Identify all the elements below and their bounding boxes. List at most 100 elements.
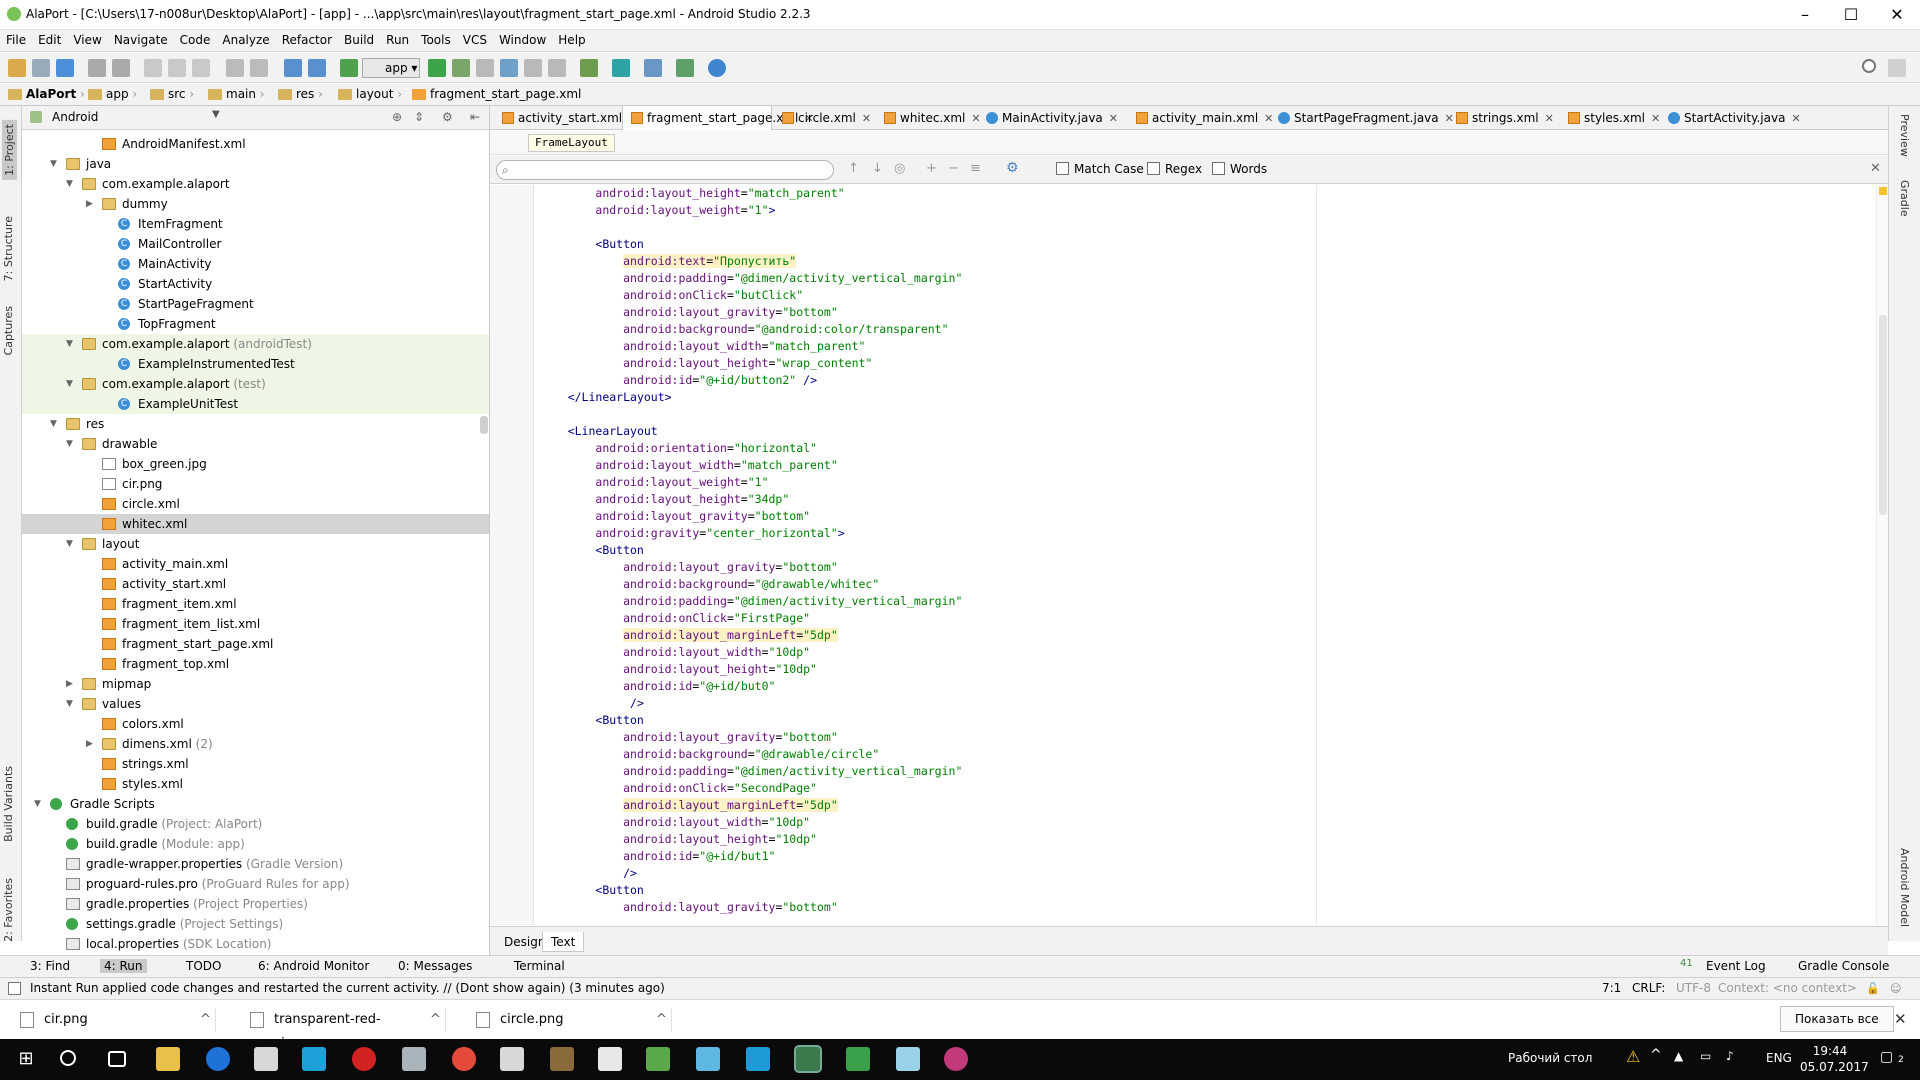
code-line[interactable]: /> bbox=[540, 865, 1880, 882]
code-line[interactable]: android:gravity="center_horizontal"> bbox=[540, 525, 1880, 542]
warning-icon[interactable]: ⚠ bbox=[1626, 1047, 1640, 1066]
code-line[interactable] bbox=[540, 406, 1880, 423]
code-line[interactable]: android:padding="@dimen/activity_vertica… bbox=[540, 763, 1880, 780]
previous-occurrence-icon[interactable]: ↑ bbox=[848, 161, 859, 176]
chevron-right-icon[interactable]: ▶ bbox=[86, 734, 93, 754]
warning-marker-icon[interactable] bbox=[1879, 187, 1887, 195]
editor-gutter[interactable] bbox=[490, 185, 534, 925]
context-indicator[interactable]: Context: <no context> bbox=[1718, 981, 1857, 995]
match-case-checkbox[interactable]: Match Case bbox=[1056, 162, 1144, 176]
chevron-down-icon[interactable]: ▼ bbox=[66, 374, 73, 394]
editor-tab[interactable]: whitec.xml ✕ bbox=[876, 106, 981, 130]
tool-todo[interactable]: TODO bbox=[186, 959, 221, 973]
code-line[interactable]: android:layout_width="match_parent" bbox=[540, 457, 1880, 474]
tree-item[interactable]: C ExampleUnitTest bbox=[22, 394, 489, 414]
code-line[interactable]: android:onClick="FirstPage" bbox=[540, 610, 1880, 627]
gradle-sync-icon[interactable] bbox=[612, 59, 630, 77]
tree-item[interactable]: circle.xml bbox=[22, 494, 489, 514]
chevron-up-icon[interactable]: ^ bbox=[656, 1008, 667, 1032]
tree-item[interactable]: gradle-wrapper.properties (Gradle Versio… bbox=[22, 854, 489, 874]
tool-terminal[interactable]: Terminal bbox=[514, 959, 565, 973]
save-icon[interactable] bbox=[32, 59, 50, 77]
tree-item[interactable]: proguard-rules.pro (ProGuard Rules for a… bbox=[22, 874, 489, 894]
run-icon[interactable] bbox=[428, 59, 446, 77]
inspector-icon[interactable]: ☺ bbox=[1890, 982, 1901, 995]
status-message[interactable]: Instant Run applied code changes and res… bbox=[30, 981, 665, 995]
editor-tab[interactable]: circle.xml ✕ bbox=[774, 106, 874, 130]
code-line[interactable]: android:layout_height="10dp" bbox=[540, 831, 1880, 848]
paste-icon[interactable] bbox=[192, 59, 210, 77]
tool-find[interactable]: 3: Find bbox=[30, 959, 70, 973]
tree-item[interactable]: C StartPageFragment bbox=[22, 294, 489, 314]
code-line[interactable]: android:layout_width="10dp" bbox=[540, 814, 1880, 831]
tool-tab-favorites[interactable]: 2: Favorites bbox=[2, 878, 15, 942]
tool-run[interactable]: 4: Run bbox=[100, 959, 147, 973]
tool-gradle-console[interactable]: Gradle Console bbox=[1798, 959, 1889, 973]
tree-item[interactable]: C StartActivity bbox=[22, 274, 489, 294]
tree-item[interactable]: fragment_item.xml bbox=[22, 594, 489, 614]
breadcrumb-item[interactable]: fragment_start_page.xml bbox=[412, 87, 581, 101]
tree-item[interactable]: fragment_item_list.xml bbox=[22, 614, 489, 634]
app-icon[interactable] bbox=[746, 1047, 770, 1071]
tree-item[interactable]: C ExampleInstrumentedTest bbox=[22, 354, 489, 374]
editor-tab[interactable]: styles.xml ✕ bbox=[1560, 106, 1660, 130]
view-mode-chevron-icon[interactable]: ▼ bbox=[212, 109, 220, 120]
close-tab-icon[interactable]: ✕ bbox=[1651, 112, 1660, 125]
download-item[interactable]: transparent-red-ci....svg^ bbox=[246, 1008, 446, 1051]
app-icon[interactable] bbox=[646, 1047, 670, 1071]
tree-item[interactable]: ▶ mipmap bbox=[22, 674, 489, 694]
tree-item[interactable]: ▼ values bbox=[22, 694, 489, 714]
close-button[interactable]: ✕ bbox=[1874, 0, 1920, 30]
editor-scrollbar[interactable] bbox=[1876, 185, 1888, 925]
tree-item[interactable]: activity_start.xml bbox=[22, 574, 489, 594]
store-icon[interactable] bbox=[254, 1047, 278, 1071]
download-item[interactable]: circle.png ^ bbox=[472, 1008, 672, 1032]
tree-item[interactable]: settings.gradle (Project Settings) bbox=[22, 914, 489, 934]
notification-icon[interactable]: ▢ bbox=[1880, 1049, 1893, 1065]
editor-tab[interactable]: activity_main.xml ✕ bbox=[1128, 106, 1273, 130]
filter-gear-icon[interactable]: ⚙ bbox=[1006, 160, 1019, 176]
code-line[interactable]: android:layout_width="match_parent" bbox=[540, 338, 1880, 355]
tree-item[interactable]: cir.png bbox=[22, 474, 489, 494]
code-line[interactable]: android:layout_height="wrap_content" bbox=[540, 355, 1880, 372]
menu-edit[interactable]: Edit bbox=[32, 30, 67, 47]
tool-messages[interactable]: 0: Messages bbox=[398, 959, 472, 973]
chrome-icon[interactable] bbox=[452, 1047, 476, 1071]
tree-item[interactable]: ▼ com.example.alaport (test) bbox=[22, 374, 489, 394]
tree-item[interactable]: build.gradle (Project: AlaPort) bbox=[22, 814, 489, 834]
add-occurrence-icon[interactable]: + bbox=[926, 161, 937, 176]
menu-file[interactable]: File bbox=[0, 30, 32, 47]
tree-item[interactable]: C ItemFragment bbox=[22, 214, 489, 234]
menu-build[interactable]: Build bbox=[338, 30, 380, 47]
battery-icon[interactable]: ▭ bbox=[1700, 1049, 1711, 1063]
code-line[interactable]: android:layout_marginLeft="5dp" bbox=[540, 797, 1880, 814]
app-icon[interactable] bbox=[402, 1047, 426, 1071]
tree-item[interactable]: ▶ dimens.xml (2) bbox=[22, 734, 489, 754]
tree-item[interactable]: ▼ layout bbox=[22, 534, 489, 554]
tree-item[interactable]: C TopFragment bbox=[22, 314, 489, 334]
tree-item[interactable]: colors.xml bbox=[22, 714, 489, 734]
power-app-icon[interactable] bbox=[352, 1047, 376, 1071]
close-downloads-icon[interactable]: ✕ bbox=[1894, 1010, 1907, 1028]
search-everywhere-icon[interactable] bbox=[1862, 59, 1876, 73]
chevron-down-icon[interactable]: ▼ bbox=[66, 534, 73, 554]
code-line[interactable]: android:padding="@dimen/activity_vertica… bbox=[540, 270, 1880, 287]
code-line[interactable]: /> bbox=[540, 695, 1880, 712]
tree-item[interactable]: activity_main.xml bbox=[22, 554, 489, 574]
search-icon[interactable] bbox=[60, 1050, 76, 1066]
redo-icon[interactable] bbox=[112, 59, 130, 77]
code-line[interactable]: android:id="@+id/but0" bbox=[540, 678, 1880, 695]
download-item[interactable]: cir.png ^ bbox=[16, 1008, 216, 1032]
tree-item[interactable]: C MainActivity bbox=[22, 254, 489, 274]
scroll-from-source-icon[interactable]: ⊕ bbox=[392, 110, 402, 124]
caret-position[interactable]: 7:1 bbox=[1602, 981, 1621, 995]
tool-event-log[interactable]: Event Log bbox=[1706, 959, 1766, 973]
language-indicator[interactable]: ENG bbox=[1766, 1051, 1792, 1065]
code-line[interactable]: android:layout_gravity="bottom" bbox=[540, 899, 1880, 916]
breadcrumb-item[interactable]: src › bbox=[150, 87, 194, 101]
breadcrumb-item[interactable]: main › bbox=[208, 87, 265, 101]
lock-icon[interactable]: 🔓 bbox=[1866, 982, 1880, 995]
close-tab-icon[interactable]: ✕ bbox=[862, 112, 871, 125]
code-line[interactable]: android:layout_gravity="bottom" bbox=[540, 304, 1880, 321]
hide-panel-icon[interactable]: ⇤ bbox=[470, 110, 480, 124]
